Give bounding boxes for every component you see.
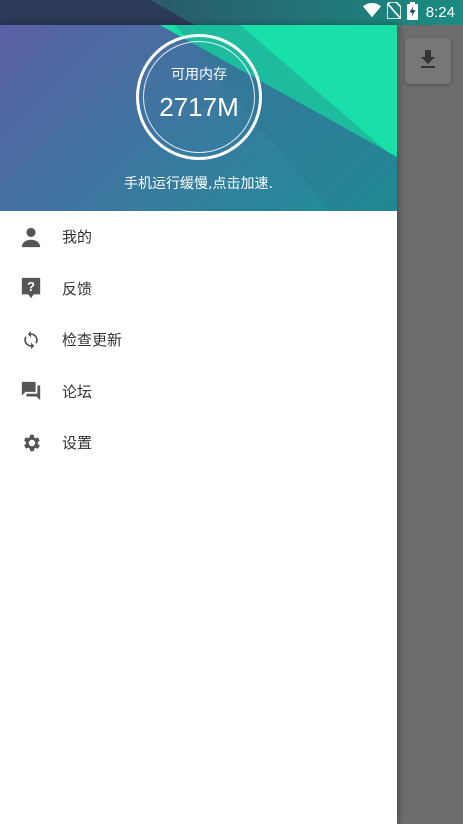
menu-item-feedback[interactable]: ? 反馈 bbox=[0, 263, 397, 315]
menu-item-settings[interactable]: 设置 bbox=[0, 417, 397, 469]
menu-item-forum[interactable]: 论坛 bbox=[0, 366, 397, 418]
speed-up-hint[interactable]: 手机运行缓慢,点击加速. bbox=[0, 173, 397, 193]
status-bar: 8:24 bbox=[0, 0, 463, 25]
menu-item-label: 检查更新 bbox=[62, 331, 123, 350]
no-sim-icon bbox=[385, 1, 402, 23]
download-button[interactable] bbox=[405, 38, 451, 84]
drawer-menu: 我的 ? 反馈 检查更新 论坛 设置 bbox=[0, 211, 397, 469]
drawer-header[interactable]: 可用内存 2717M 手机运行缓慢,点击加速. bbox=[0, 25, 397, 211]
menu-item-check-update[interactable]: 检查更新 bbox=[0, 314, 397, 366]
menu-item-label: 论坛 bbox=[62, 382, 93, 401]
memory-label: 可用内存 bbox=[171, 67, 227, 83]
memory-ring[interactable]: 可用内存 2717M bbox=[136, 34, 262, 160]
status-icons: 8:24 bbox=[362, 0, 455, 25]
menu-item-label: 设置 bbox=[62, 434, 93, 453]
menu-item-label: 反馈 bbox=[62, 279, 93, 298]
background-app-scrim[interactable] bbox=[397, 25, 463, 824]
settings-icon bbox=[19, 431, 43, 455]
sync-icon bbox=[19, 328, 43, 352]
navigation-drawer: 可用内存 2717M 手机运行缓慢,点击加速. 我的 ? 反馈 检查更新 论坛 … bbox=[0, 25, 397, 824]
wifi-icon bbox=[362, 3, 381, 22]
status-time: 8:24 bbox=[425, 4, 455, 21]
svg-text:?: ? bbox=[27, 279, 35, 294]
person-icon bbox=[19, 225, 43, 249]
battery-charging-icon bbox=[406, 1, 418, 24]
memory-value: 2717M bbox=[159, 92, 239, 122]
forum-icon bbox=[19, 379, 43, 403]
feedback-icon: ? bbox=[19, 276, 43, 300]
menu-item-mine[interactable]: 我的 bbox=[0, 211, 397, 263]
menu-item-label: 我的 bbox=[62, 228, 93, 247]
download-icon bbox=[419, 50, 437, 72]
